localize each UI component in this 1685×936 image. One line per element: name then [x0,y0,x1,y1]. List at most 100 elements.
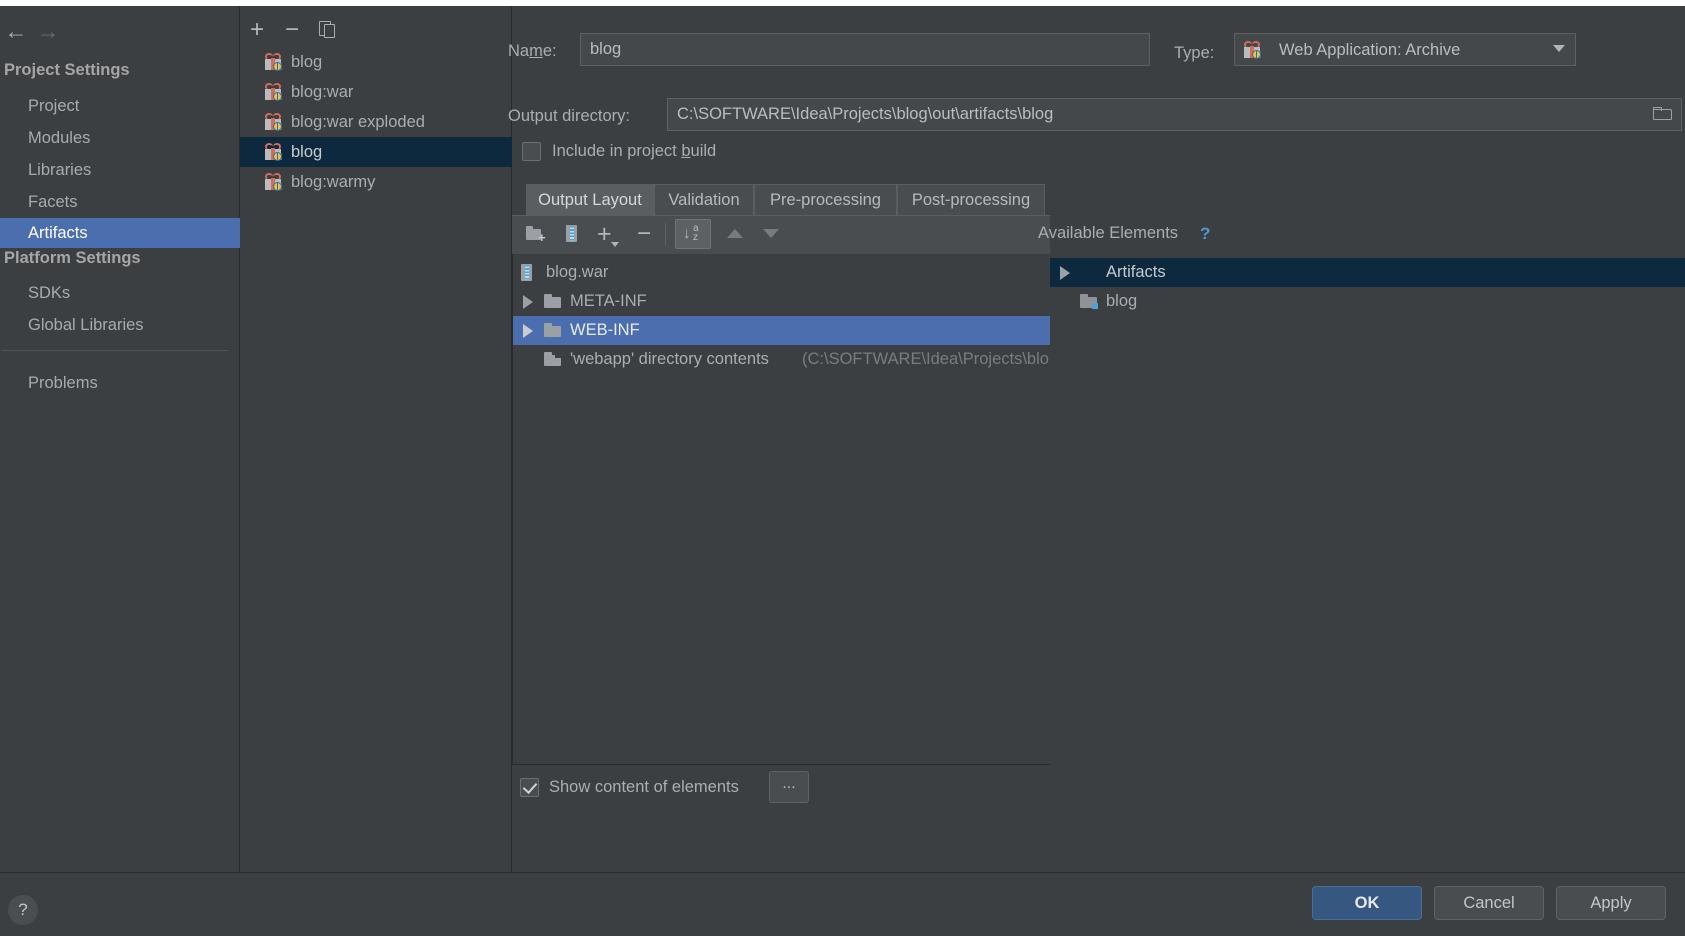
plus-dropdown-icon: + [594,219,620,249]
artifact-gift-icon [264,173,282,191]
create-archive-button[interactable] [556,219,588,249]
browse-output-directory-button[interactable] [1646,98,1680,130]
copy-icon [319,21,336,39]
project-structure-dialog: ← → Project Settings Project Modules Lib… [0,0,1685,936]
artifact-list-item[interactable]: blog:warmy [240,167,512,197]
minus-icon: − [284,16,299,43]
artifact-item-label: blog:warmy [291,173,376,191]
output-directory-label: Output directory: [508,107,630,125]
folder-open-icon [544,352,562,366]
remove-element-button[interactable]: − [628,219,660,249]
artifact-list-panel: + − blog blog:war blog:war exploded blog… [240,6,512,872]
sidebar-item-label: Facets [28,193,78,211]
artifact-list-item[interactable]: blog [240,47,512,77]
copy-artifact-button[interactable] [312,16,342,44]
tree-row-label: 'webapp' directory contents [570,350,769,368]
sidebar-item-label: Artifacts [28,224,88,242]
include-in-project-build-checkbox[interactable] [522,142,541,161]
tree-row-label: WEB-INF [570,321,640,339]
sidebar-group-project-settings: Project Settings [4,61,130,79]
archive-icon [566,225,577,242]
arrow-right-icon[interactable]: → [34,18,62,44]
create-directory-button[interactable]: + [520,219,552,249]
name-input[interactable] [580,33,1150,66]
tab-label: Post-processing [911,191,1031,209]
folder-module-icon [1080,294,1098,309]
tree-row[interactable]: META-INF [513,287,1050,316]
output-layout-toolbar: + + − ↓ a z [512,216,1050,254]
expand-triangle-icon[interactable] [1060,266,1070,280]
output-layout-tree[interactable]: blog.war META-INF WEB-INF 'webapp' direc… [512,254,1050,764]
settings-sidebar: ← → Project Settings Project Modules Lib… [0,6,240,872]
tab-label: Output Layout [538,191,642,209]
folder-open-icon [1653,107,1673,121]
include-in-project-build-label: Include in project build [552,142,717,160]
show-content-options-button[interactable]: ... [769,771,809,803]
available-elements-tree[interactable]: Artifacts blog [1050,254,1685,764]
tab-label: Validation [668,191,740,209]
expand-triangle-icon[interactable] [523,295,533,309]
sidebar-item-label: Libraries [28,161,92,179]
show-content-of-elements-checkbox[interactable] [520,778,539,797]
move-down-button[interactable] [755,219,787,249]
add-artifact-button[interactable]: + [242,16,272,44]
cancel-button[interactable]: Cancel [1434,886,1544,920]
tree-row-selected[interactable]: WEB-INF [513,316,1050,345]
available-element-label: blog [1106,292,1138,310]
arrow-left-icon[interactable]: ← [2,18,30,44]
sidebar-item-libraries[interactable]: Libraries [0,155,240,185]
sidebar-item-global-libraries[interactable]: Global Libraries [0,310,240,340]
artifact-gift-icon [264,53,282,71]
question-mark-icon[interactable]: ? [1200,224,1210,244]
artifact-list-item[interactable]: blog:war exploded [240,107,512,137]
triangle-up-icon [727,229,743,238]
artifact-gift-icon [264,143,282,161]
help-button[interactable]: ? [8,895,38,925]
type-label: Type: [1174,44,1215,62]
available-element-row[interactable]: blog [1050,287,1685,316]
folder-icon [544,323,562,337]
move-up-button[interactable] [719,219,751,249]
toolbar-separator [665,223,666,245]
folder-plus-icon: + [526,226,546,244]
artifact-list-item[interactable]: blog:war [240,77,512,107]
tree-row-label: blog.war [546,263,609,281]
plus-icon: + [249,16,264,43]
output-directory-input[interactable] [667,98,1682,131]
artifact-gift-icon [264,113,282,131]
tab-pre-processing[interactable]: Pre-processing [754,184,897,216]
artifact-item-label: blog [291,143,323,161]
tree-row[interactable]: blog.war [513,258,1050,287]
tab-label: Pre-processing [770,191,881,209]
add-copy-of-button[interactable]: + [590,219,624,249]
sort-az-icon: ↓ a z [683,223,699,243]
remove-artifact-button[interactable]: − [277,16,307,44]
tree-row[interactable]: 'webapp' directory contents (C:\SOFTWARE… [513,345,1050,374]
artifact-gift-icon [1243,41,1261,59]
sidebar-item-sdks[interactable]: SDKs [0,278,240,308]
ok-button[interactable]: OK [1312,886,1422,920]
artifact-list-item-selected[interactable]: blog [240,137,512,167]
sidebar-item-modules[interactable]: Modules [0,123,240,153]
tab-output-layout[interactable]: Output Layout [526,184,654,216]
sidebar-group-platform-settings: Platform Settings [4,249,141,267]
available-element-row-selected[interactable]: Artifacts [1050,258,1685,287]
tab-post-processing[interactable]: Post-processing [897,184,1045,216]
sidebar-item-project[interactable]: Project [0,91,240,121]
artifact-type-combobox[interactable]: Web Application: Archive [1234,33,1576,66]
show-content-of-elements-label: Show content of elements [549,778,739,796]
sidebar-item-label: SDKs [28,284,71,302]
sidebar-item-facets[interactable]: Facets [0,187,240,217]
folder-icon [544,294,562,308]
tab-validation[interactable]: Validation [654,184,754,216]
expand-triangle-icon[interactable] [523,324,533,338]
sort-by-name-button[interactable]: ↓ a z [675,219,711,249]
name-label: Name: [508,42,557,60]
artifact-item-label: blog:war exploded [291,113,425,131]
apply-button[interactable]: Apply [1556,886,1666,920]
archive-icon [521,264,532,281]
available-elements-title: Available Elements [1038,224,1179,242]
sidebar-item-problems[interactable]: Problems [0,368,240,398]
sidebar-item-artifacts[interactable]: Artifacts [0,218,240,248]
artifact-gift-icon [264,83,282,101]
